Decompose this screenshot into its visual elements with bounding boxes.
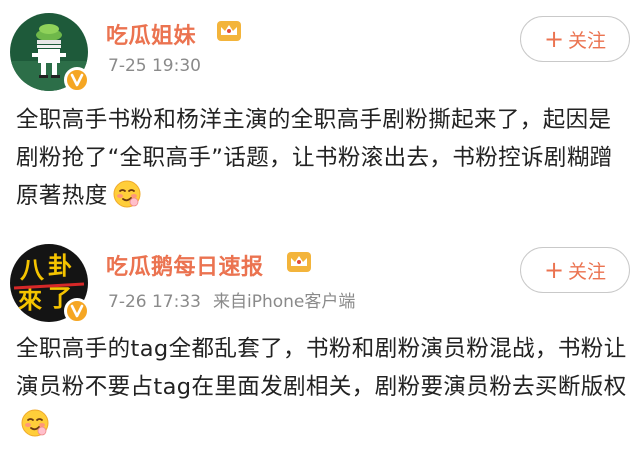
post-content: 全职高手的tag全都乱套了，书粉和剧粉演员粉混战，书粉让演员粉不要占tag在里面…	[16, 330, 628, 444]
crown-icon	[216, 20, 242, 42]
post-text: 全职高手书粉和杨洋主演的全职高手剧粉撕起来了，起因是剧粉抢了“全职高手”话题，让…	[16, 107, 613, 209]
post-text: 全职高手的tag全都乱套了，书粉和剧粉演员粉混战，书粉让演员粉不要占tag在里面…	[16, 336, 627, 400]
post-source: 来自iPhone客户端	[212, 292, 356, 312]
plus-icon: +	[543, 25, 565, 53]
avatar-text-1: 八	[20, 256, 45, 284]
verified-badge-icon	[64, 67, 90, 93]
avatar[interactable]	[10, 13, 90, 93]
avatar[interactable]: 八 卦 來 了	[10, 244, 90, 324]
follow-button[interactable]: + 关注	[520, 247, 630, 293]
smirk-emoji-icon	[112, 179, 142, 209]
post-time: 7-26 17:33	[108, 292, 201, 312]
post-card: 吃瓜姐妹 7-25 19:30 + 关注 全职高手书粉和杨洋主演的全职高手剧粉撕…	[0, 0, 640, 225]
post-content: 全职高手书粉和杨洋主演的全职高手剧粉撕起来了，起因是剧粉抢了“全职高手”话题，让…	[16, 101, 628, 215]
post-meta: 7-26 17:33 来自iPhone客户端	[108, 287, 355, 312]
post-time: 7-25 19:30	[108, 56, 201, 76]
username[interactable]: 吃瓜鹅每日速报	[106, 249, 264, 281]
follow-button[interactable]: + 关注	[520, 16, 630, 62]
username[interactable]: 吃瓜姐妹	[106, 18, 196, 50]
follow-label: 关注	[568, 260, 607, 283]
follow-label: 关注	[568, 29, 607, 52]
plus-icon: +	[543, 256, 565, 284]
post-meta: 7-25 19:30	[108, 56, 201, 76]
post-card: 八 卦 來 了 吃瓜鹅每日速报 7-26 17:33 来自iPhone客户端 + …	[0, 225, 640, 451]
verified-badge-icon	[64, 298, 90, 324]
crown-icon	[286, 251, 312, 273]
avatar-text-2: 卦	[48, 252, 72, 280]
avatar-text-3: 來	[18, 286, 42, 314]
smirk-emoji-icon	[20, 408, 50, 438]
